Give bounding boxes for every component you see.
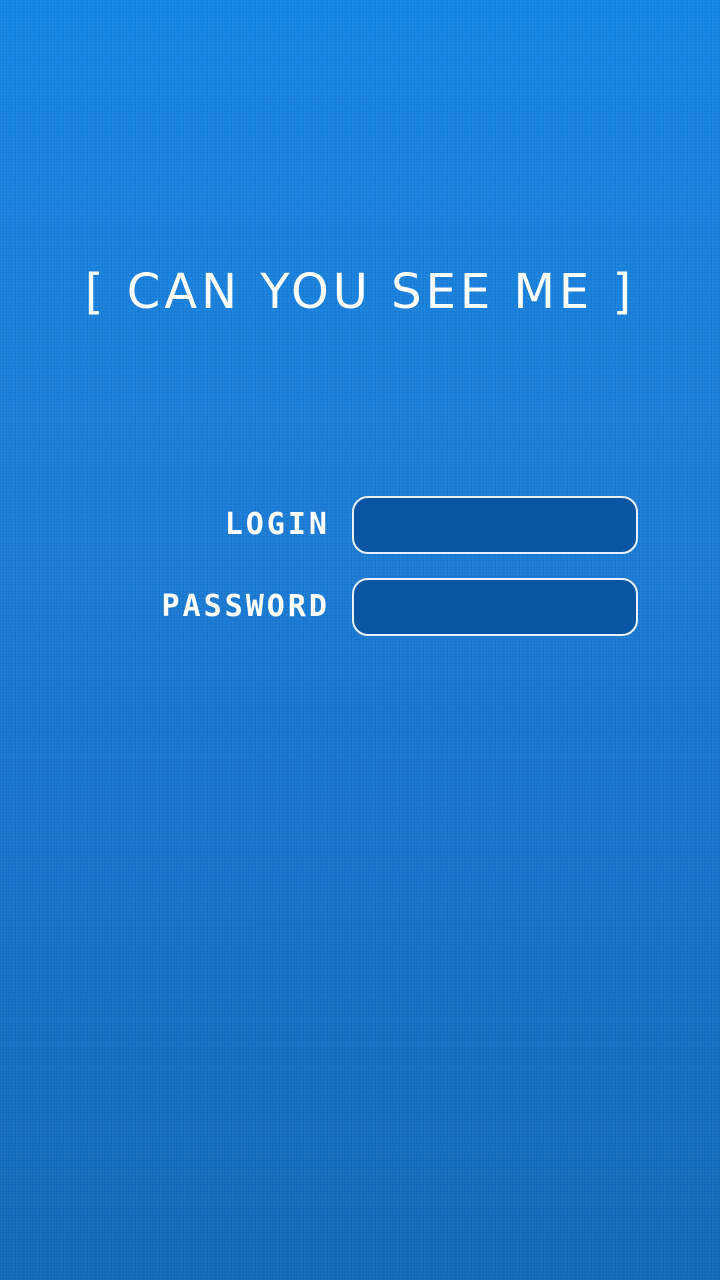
password-label: PASSWORD bbox=[161, 589, 330, 624]
login-label: LOGIN bbox=[224, 507, 330, 542]
login-input[interactable] bbox=[352, 496, 638, 554]
password-input[interactable] bbox=[352, 578, 638, 636]
password-row: PASSWORD bbox=[0, 578, 720, 636]
background-noise bbox=[0, 0, 720, 1280]
page-title: [ CAN YOU SEE ME ] bbox=[84, 264, 636, 320]
login-row: LOGIN bbox=[0, 496, 720, 554]
